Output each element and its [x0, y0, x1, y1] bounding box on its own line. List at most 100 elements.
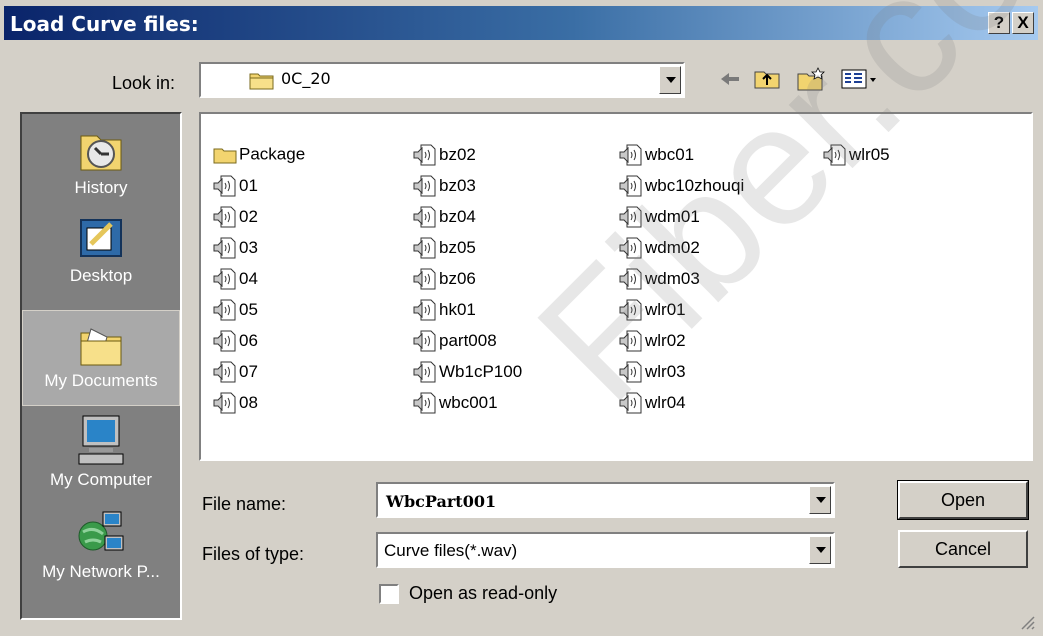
file-list[interactable]: Package 01 02 03 04 05 06 07 08 bz02 bz03 bz04 bz05 b… [199, 112, 1033, 461]
wav-file-icon [619, 206, 642, 228]
readonly-label: Open as read-only [409, 583, 558, 603]
filename-dropdown-arrow[interactable] [809, 486, 831, 514]
file-name: Package [239, 144, 306, 164]
new-folder-icon[interactable] [795, 66, 827, 94]
wav-file-icon [619, 268, 642, 290]
wav-file-icon [619, 299, 642, 321]
file-item[interactable]: wlr04 [619, 392, 686, 418]
wav-file-icon [413, 237, 436, 259]
place-label: My Documents [44, 371, 158, 390]
file-name: wlr01 [645, 300, 686, 319]
my-network-places-icon [78, 511, 124, 551]
lookin-dropdown-arrow[interactable] [659, 66, 681, 94]
file-item[interactable]: 05 [213, 299, 258, 325]
close-button[interactable]: X [1012, 12, 1034, 34]
file-name: 02 [239, 207, 258, 226]
file-item[interactable]: Wb1cP100 [413, 361, 522, 387]
wav-file-icon [619, 392, 642, 414]
file-item[interactable]: part008 [413, 330, 497, 356]
file-item[interactable]: bz05 [413, 237, 476, 263]
filetype-dropdown-arrow[interactable] [809, 536, 831, 564]
file-item[interactable]: 04 [213, 268, 258, 294]
file-name: 04 [239, 269, 258, 288]
file-item[interactable]: wlr05 [823, 144, 890, 170]
file-item[interactable]: wdm03 [619, 268, 700, 294]
history-icon [80, 135, 122, 171]
wav-file-icon [213, 237, 236, 259]
file-name: wdm01 [645, 207, 700, 226]
my-documents-icon [80, 328, 122, 366]
file-name: Wb1cP100 [439, 362, 523, 381]
file-name: bz06 [439, 269, 476, 288]
file-name: wlr02 [645, 331, 686, 350]
places-bar: History Desktop My Documents My Computer… [20, 112, 182, 620]
file-name: wlr05 [849, 145, 890, 164]
file-name: 05 [239, 300, 258, 319]
file-item[interactable]: 08 [213, 392, 258, 418]
filetype-combobox[interactable]: Curve files(*.wav) [376, 532, 835, 568]
load-curve-dialog: Load Curve files: ? X Look in: 0C_20 His… [0, 0, 1043, 636]
file-name: wbc10zhouqi [645, 176, 745, 195]
place-my-network-places[interactable]: My Network P... [22, 506, 180, 582]
file-name: part008 [439, 331, 497, 350]
file-item[interactable]: 06 [213, 330, 258, 356]
file-name: wbc01 [645, 145, 695, 164]
wav-file-icon [213, 330, 236, 352]
file-item[interactable]: bz04 [413, 206, 476, 232]
lookin-combobox[interactable]: 0C_20 [199, 62, 685, 98]
wav-file-icon [413, 330, 436, 352]
wav-file-icon [213, 361, 236, 383]
file-name: wdm02 [645, 238, 700, 257]
file-item[interactable]: bz02 [413, 144, 476, 170]
file-item[interactable]: Package [213, 144, 305, 170]
file-item[interactable]: wbc001 [413, 392, 498, 418]
open-button[interactable]: Open [897, 480, 1029, 520]
file-name: bz02 [439, 145, 476, 164]
help-button[interactable]: ? [988, 12, 1010, 34]
file-name: bz05 [439, 238, 476, 257]
file-item[interactable]: 01 [213, 175, 258, 201]
file-item[interactable]: wbc10zhouqi [619, 175, 744, 201]
file-item[interactable]: wlr01 [619, 299, 686, 325]
file-item[interactable]: wlr03 [619, 361, 686, 387]
file-item[interactable]: wdm02 [619, 237, 700, 263]
folder-icon [213, 148, 237, 164]
place-my-computer[interactable]: My Computer [22, 412, 180, 490]
file-item[interactable]: wlr02 [619, 330, 686, 356]
up-folder-icon[interactable] [752, 66, 782, 94]
place-history[interactable]: History [22, 126, 180, 198]
place-label: My Computer [49, 470, 153, 489]
file-item[interactable]: hk01 [413, 299, 476, 325]
file-item[interactable]: 02 [213, 206, 258, 232]
window-title: Load Curve files: [10, 12, 199, 36]
view-menu-icon[interactable] [839, 66, 879, 94]
cancel-button[interactable]: Cancel [898, 530, 1028, 568]
wav-file-icon [413, 361, 436, 383]
file-item[interactable]: 07 [213, 361, 258, 387]
file-name: 03 [239, 238, 258, 257]
wav-file-icon [823, 144, 846, 166]
place-my-documents[interactable]: My Documents [22, 310, 180, 406]
readonly-checkbox[interactable] [379, 584, 399, 604]
file-name: hk01 [439, 300, 476, 319]
place-label: History [74, 178, 128, 197]
filename-label: File name: [202, 494, 287, 514]
place-desktop[interactable]: Desktop [22, 214, 180, 286]
wav-file-icon [413, 392, 436, 414]
wav-file-icon [619, 144, 642, 166]
title-bar[interactable]: Load Curve files: ? X [4, 6, 1038, 40]
file-item[interactable]: bz03 [413, 175, 476, 201]
wav-file-icon [619, 237, 642, 259]
file-name: wdm03 [645, 269, 700, 288]
wav-file-icon [619, 175, 642, 197]
lookin-value: 0C_20 [281, 69, 331, 88]
file-item[interactable]: wdm01 [619, 206, 700, 232]
resize-grip-icon[interactable] [1019, 614, 1035, 630]
file-item[interactable]: wbc01 [619, 144, 694, 170]
filename-combobox[interactable]: WbcPart001 [376, 482, 835, 518]
back-arrow-icon[interactable] [716, 66, 744, 94]
file-item[interactable]: bz06 [413, 268, 476, 294]
wav-file-icon [413, 268, 436, 290]
wav-file-icon [619, 330, 642, 352]
file-item[interactable]: 03 [213, 237, 258, 263]
